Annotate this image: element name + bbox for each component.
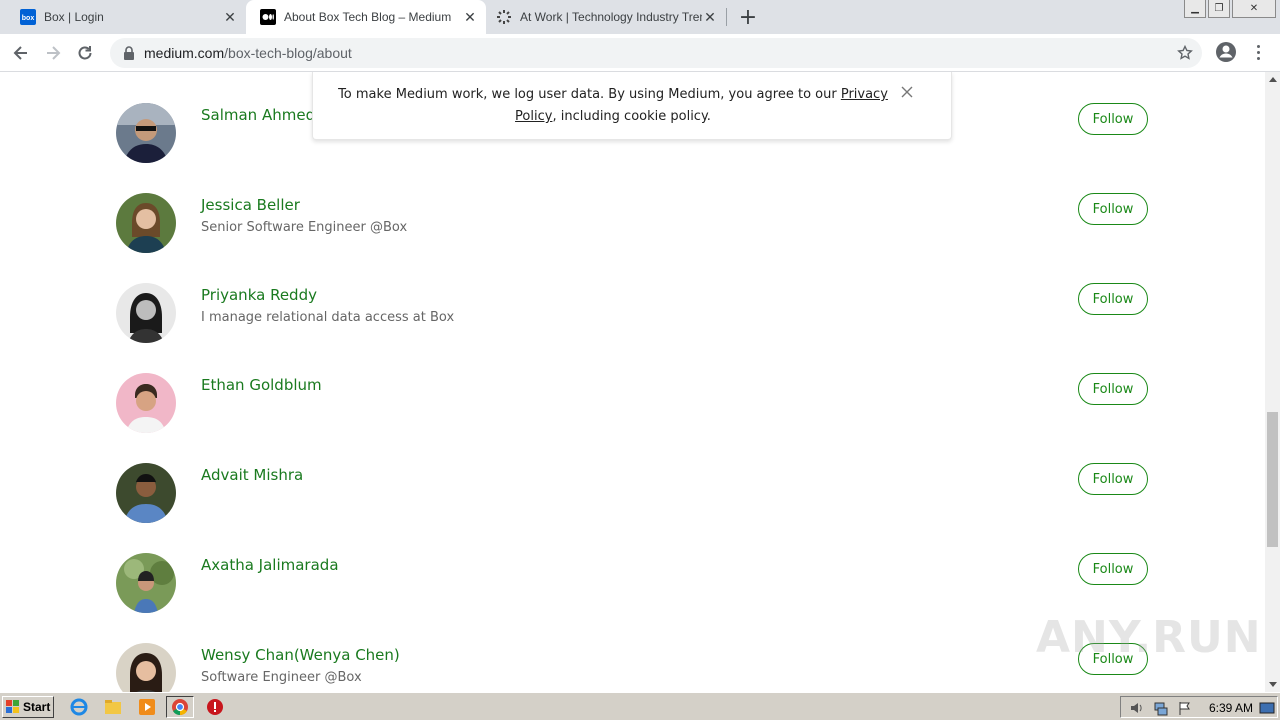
close-window-button[interactable]: ✕ (1232, 0, 1276, 18)
scrollbar-thumb[interactable] (1267, 412, 1278, 547)
media-player-icon[interactable] (138, 698, 156, 716)
member-row: Advait Mishra Follow (116, 463, 1156, 525)
member-bio: Senior Software Engineer @Box (201, 220, 408, 235)
member-name[interactable]: Priyanka Reddy (201, 286, 317, 304)
medium-favicon-icon (260, 9, 276, 25)
scroll-up-icon[interactable] (1265, 72, 1280, 87)
member-row: Priyanka Reddy I manage relational data … (116, 283, 1156, 345)
start-button[interactable]: Start (2, 696, 54, 718)
avatar[interactable] (116, 373, 176, 433)
member-row: Axatha Jalimarada Follow (116, 553, 1156, 615)
member-bio: I manage relational data access at Box (201, 310, 455, 325)
url-host: medium.com (144, 45, 225, 61)
address-bar[interactable]: medium.com/box-tech-blog/about (110, 38, 1202, 68)
member-name[interactable]: Salman Ahmed (201, 106, 315, 124)
back-button[interactable] (8, 40, 34, 66)
page-scrollbar[interactable] (1265, 72, 1280, 692)
url-path: /box-tech-blog/about (224, 45, 352, 61)
new-tab-button[interactable]: + (736, 5, 760, 30)
follow-button[interactable]: Follow (1078, 463, 1148, 495)
antivirus-icon[interactable] (206, 698, 224, 716)
windows-logo-icon (6, 700, 19, 713)
avatar[interactable] (116, 193, 176, 253)
file-explorer-icon[interactable] (104, 698, 122, 716)
member-row: Ethan Goldblum Follow (116, 373, 1156, 435)
tab-title: Box | Login (44, 10, 104, 24)
close-tab-icon[interactable]: ✕ (222, 9, 238, 25)
member-name[interactable]: Axatha Jalimarada (201, 556, 339, 574)
tab-separator (726, 8, 727, 26)
arrow-right-icon (47, 46, 61, 60)
member-bio: Software Engineer @Box (201, 670, 362, 685)
member-row: Jessica Beller Senior Software Engineer … (116, 193, 1156, 255)
avatar[interactable] (116, 463, 176, 523)
svg-text:box: box (22, 15, 35, 22)
minimize-window-button[interactable]: ▁ (1184, 0, 1206, 18)
reload-icon (78, 46, 92, 60)
avatar[interactable] (116, 283, 176, 343)
scroll-down-icon[interactable] (1265, 677, 1280, 692)
box-favicon-icon: box (20, 9, 36, 25)
action-center-flag-icon[interactable] (1177, 700, 1193, 716)
member-name[interactable]: Ethan Goldblum (201, 376, 322, 394)
close-tab-icon[interactable]: ✕ (702, 9, 718, 25)
member-name[interactable]: Wensy Chan(Wenya Chen) (201, 646, 400, 664)
tab-medium-about[interactable]: About Box Tech Blog – Medium ✕ (246, 0, 486, 34)
member-name[interactable]: Advait Mishra (201, 466, 303, 484)
member-name[interactable]: Jessica Beller (201, 196, 300, 214)
browser-menu-icon[interactable] (1250, 40, 1266, 64)
follow-button[interactable]: Follow (1078, 283, 1148, 315)
lock-icon (122, 46, 136, 60)
member-row: Wensy Chan(Wenya Chen) Software Engineer… (116, 643, 1156, 692)
bookmark-star-icon[interactable] (1176, 44, 1194, 62)
browser-toolbar: medium.com/box-tech-blog/about (0, 34, 1280, 72)
profile-avatar-icon[interactable] (1214, 40, 1238, 64)
follow-button[interactable]: Follow (1078, 193, 1148, 225)
page-viewport: Salman Ahmed Follow Jessica Beller Senio… (0, 72, 1265, 692)
show-desktop-icon[interactable] (1259, 700, 1275, 716)
follow-button[interactable]: Follow (1078, 103, 1148, 135)
tab-box-login[interactable]: box Box | Login ✕ (0, 0, 246, 34)
clock[interactable]: 6:39 AM (1209, 701, 1253, 715)
cookie-text: To make Medium work, we log user data. B… (338, 87, 841, 102)
windows-taskbar: Start 6:39 AM (0, 692, 1280, 720)
cookie-banner-message: To make Medium work, we log user data. B… (333, 84, 893, 128)
tab-strip: box Box | Login ✕ About Box Tech Blog – … (0, 0, 1280, 34)
internet-explorer-icon[interactable] (70, 698, 88, 716)
volume-icon[interactable] (1129, 700, 1145, 716)
watermark: ANY.RUN (1036, 612, 1262, 663)
restore-window-button[interactable]: ❐ (1208, 0, 1230, 18)
tab-title: At Work | Technology Industry Tren (520, 10, 702, 24)
chrome-taskbar-icon[interactable] (166, 696, 194, 718)
start-label: Start (23, 700, 51, 714)
forward-button[interactable] (40, 40, 66, 66)
close-tab-icon[interactable]: ✕ (462, 9, 478, 25)
avatar[interactable] (116, 103, 176, 163)
tab-title: About Box Tech Blog – Medium (284, 10, 452, 24)
cookie-text: , including cookie policy. (552, 109, 711, 124)
tab-at-work[interactable]: At Work | Technology Industry Tren ✕ (486, 0, 726, 34)
avatar[interactable] (116, 553, 176, 613)
system-tray: 6:39 AM (1120, 696, 1278, 718)
follow-button[interactable]: Follow (1078, 553, 1148, 585)
close-icon[interactable] (899, 84, 915, 100)
network-icon[interactable] (1153, 700, 1169, 716)
cookie-banner: To make Medium work, we log user data. B… (312, 72, 952, 140)
loading-spinner-icon (496, 9, 512, 25)
reload-button[interactable] (72, 40, 98, 66)
follow-button[interactable]: Follow (1078, 373, 1148, 405)
avatar[interactable] (116, 643, 176, 692)
url-text: medium.com/box-tech-blog/about (144, 45, 352, 61)
arrow-left-icon (13, 46, 27, 60)
